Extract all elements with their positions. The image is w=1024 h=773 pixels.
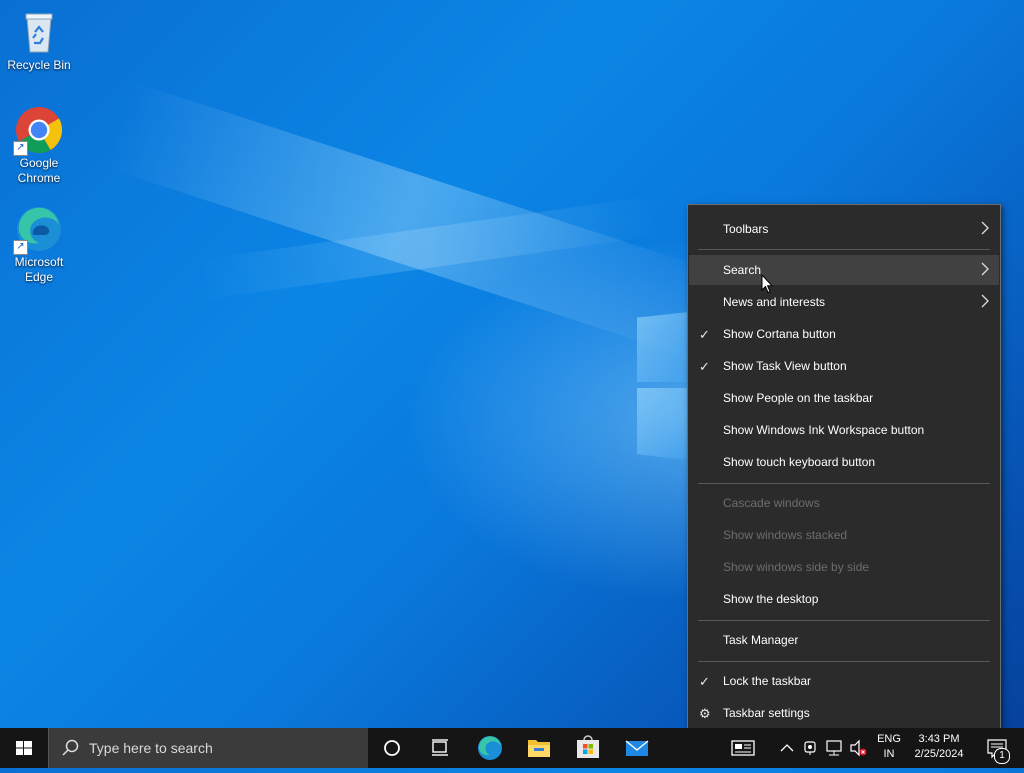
action-center-button[interactable]: 1: [978, 728, 1024, 768]
desktop-icon-label: Microsoft Edge: [14, 255, 64, 284]
cortana-button[interactable]: [368, 728, 416, 768]
wallpaper-logo-pane: [637, 388, 689, 460]
language-code: ENG: [877, 733, 901, 745]
mail-icon: [625, 740, 649, 756]
chevron-right-icon: [981, 294, 989, 308]
menu-item-show-windows-side-by-side: Show windows side by side: [689, 552, 999, 582]
wallpaper-logo-pane: [637, 312, 689, 382]
microsoft-store-icon: [577, 735, 599, 758]
volume-muted-icon[interactable]: [848, 728, 870, 768]
menu-item-show-people[interactable]: Show People on the taskbar: [689, 383, 999, 413]
desktop-icon-google-chrome[interactable]: ↗ Google Chrome: [0, 106, 78, 186]
menu-item-task-manager[interactable]: Task Manager: [689, 625, 999, 655]
mouse-pointer-icon: [761, 274, 773, 294]
shortcut-arrow-icon: ↗: [13, 240, 28, 255]
region-code: IN: [883, 748, 895, 760]
menu-separator: [698, 620, 990, 621]
menu-item-label: Lock the taskbar: [723, 674, 812, 688]
menu-item-show-windows-stacked: Show windows stacked: [689, 520, 999, 550]
start-button[interactable]: [0, 728, 48, 768]
menu-item-label: Show People on the taskbar: [723, 391, 874, 405]
windows-logo-icon: [16, 741, 32, 755]
menu-item-lock-the-taskbar[interactable]: ✓ Lock the taskbar: [689, 666, 999, 696]
checkmark-icon: ✓: [699, 359, 710, 374]
taskbar-edge-button[interactable]: [466, 728, 514, 768]
cortana-icon: [384, 740, 400, 756]
menu-item-toolbars[interactable]: Toolbars: [689, 214, 999, 244]
chevron-right-icon: [981, 262, 989, 276]
menu-item-label: Show windows stacked: [723, 528, 848, 542]
menu-item-cascade-windows: Cascade windows: [689, 488, 999, 518]
chrome-icon: ↗: [13, 106, 63, 156]
taskbar-search-box[interactable]: Type here to search: [48, 728, 368, 768]
desktop-icon-microsoft-edge[interactable]: ↗ Microsoft Edge: [0, 205, 78, 285]
taskbar-file-explorer-button[interactable]: [515, 728, 563, 768]
network-icon[interactable]: [824, 728, 844, 768]
notification-count-badge: 1: [994, 748, 1010, 764]
menu-item-label: Show Windows Ink Workspace button: [723, 423, 925, 437]
chevron-right-icon: [981, 221, 989, 235]
edge-icon: ↗: [13, 205, 63, 255]
menu-item-label: Show Task View button: [723, 359, 847, 373]
menu-item-show-touch-keyboard[interactable]: Show touch keyboard button: [689, 447, 999, 477]
taskbar-mail-button[interactable]: [613, 728, 661, 768]
menu-item-label: Show touch keyboard button: [723, 455, 876, 469]
language-indicator[interactable]: ENG IN: [872, 732, 906, 762]
clock[interactable]: 3:43 PM 2/25/2024: [908, 732, 970, 762]
news-and-interests-icon[interactable]: [728, 728, 758, 768]
menu-item-taskbar-settings[interactable]: ⚙ Taskbar settings: [689, 698, 999, 728]
clock-date: 2/25/2024: [914, 748, 964, 760]
file-explorer-icon: [528, 740, 550, 757]
menu-item-show-ink-workspace[interactable]: Show Windows Ink Workspace button: [689, 415, 999, 445]
menu-item-label: Taskbar settings: [723, 706, 810, 720]
menu-item-news-and-interests[interactable]: News and interests: [689, 287, 999, 317]
edge-icon: [478, 736, 502, 760]
menu-item-show-task-view-button[interactable]: ✓ Show Task View button: [689, 351, 999, 381]
menu-item-label: Show the desktop: [723, 592, 819, 606]
task-view-button[interactable]: [416, 728, 464, 768]
menu-separator: [698, 249, 990, 250]
chevron-up-icon[interactable]: [779, 728, 795, 768]
menu-separator: [698, 661, 990, 662]
menu-item-label: News and interests: [723, 295, 826, 309]
menu-item-label: Show Cortana button: [723, 327, 836, 341]
search-icon: [62, 739, 79, 756]
menu-item-search[interactable]: Search: [689, 255, 999, 285]
menu-item-label: Search: [723, 263, 762, 277]
menu-item-label: Cascade windows: [723, 496, 820, 510]
desktop-icon-label: Google Chrome: [17, 156, 61, 185]
clock-time: 3:43 PM: [918, 733, 960, 745]
shortcut-arrow-icon: ↗: [13, 141, 28, 156]
taskbar[interactable]: Type here to search ENG IN 3:43 PM 2/25/…: [0, 728, 1024, 768]
task-view-icon: [432, 739, 448, 756]
menu-item-show-cortana-button[interactable]: ✓ Show Cortana button: [689, 319, 999, 349]
webcam-icon[interactable]: [802, 728, 818, 768]
menu-item-label: Task Manager: [723, 633, 799, 647]
menu-item-show-the-desktop[interactable]: Show the desktop: [689, 584, 999, 614]
taskbar-context-menu: Toolbars Search News and interests ✓ Sho…: [687, 204, 1001, 738]
recycle-bin-icon: [15, 8, 63, 56]
menu-separator: [698, 483, 990, 484]
notification-count: 1: [999, 750, 1005, 761]
search-placeholder: Type here to search: [89, 740, 213, 756]
desktop-icon-recycle-bin[interactable]: Recycle Bin: [0, 8, 78, 73]
taskbar-microsoft-store-button[interactable]: [564, 728, 612, 768]
gear-icon: ⚙: [699, 706, 711, 721]
desktop-icon-label: Recycle Bin: [7, 58, 71, 72]
menu-item-label: Toolbars: [723, 222, 769, 236]
menu-item-label: Show windows side by side: [723, 560, 870, 574]
checkmark-icon: ✓: [699, 327, 710, 342]
checkmark-icon: ✓: [699, 674, 710, 689]
